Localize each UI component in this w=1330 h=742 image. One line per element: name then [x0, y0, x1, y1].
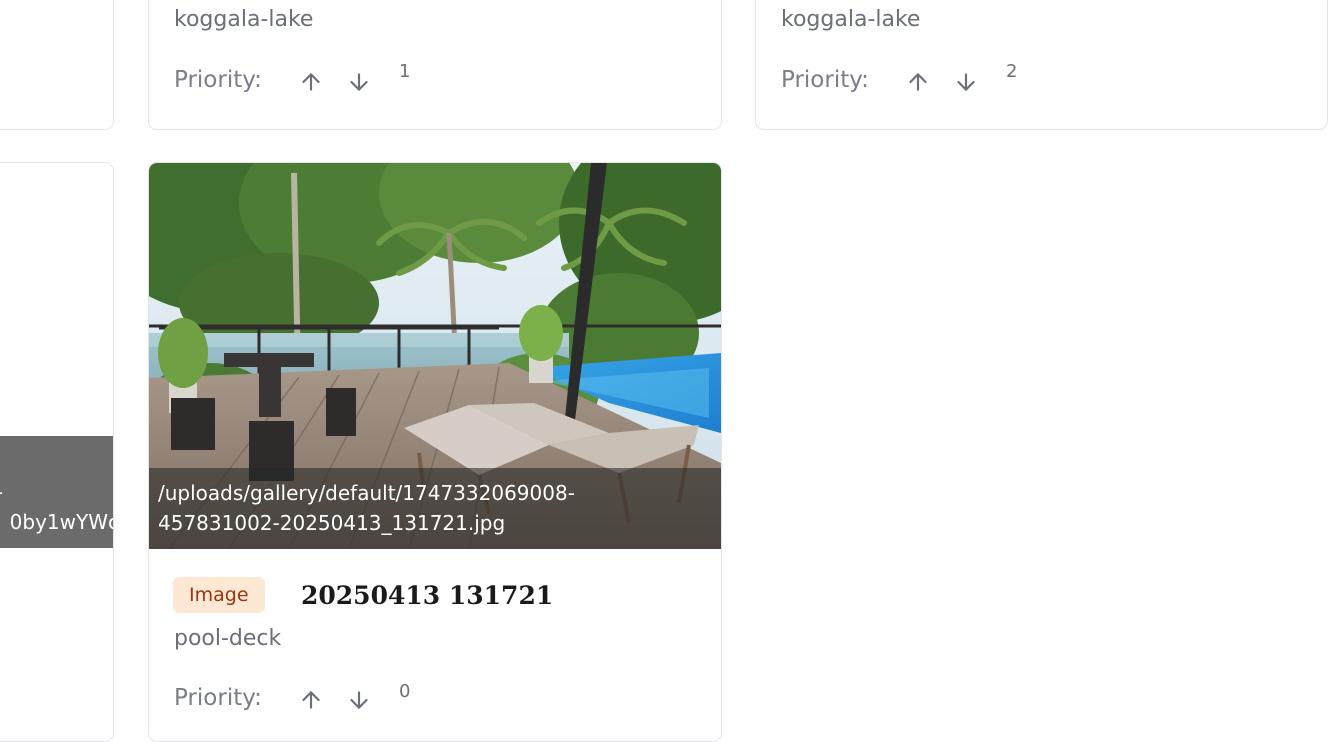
move-down-button[interactable]: [953, 69, 979, 95]
priority-label: Priority:: [174, 67, 262, 93]
move-up-button[interactable]: [905, 69, 931, 95]
arrow-down-icon: [350, 691, 368, 709]
gallery-card-pool-deck: /uploads/gallery/default/1747332069008- …: [148, 162, 722, 742]
card-slug: koggala-lake: [174, 7, 314, 32]
card-slug: koggala-lake: [781, 7, 921, 32]
arrow-down-icon: [957, 73, 975, 91]
arrow-up-icon: [909, 73, 927, 91]
card-title: 20250413 131721: [301, 581, 554, 610]
image-path-caption: /uploads/gallery/default/1747332069008- …: [149, 468, 721, 549]
arrow-down-icon: [350, 73, 368, 91]
priority-value: 0: [399, 681, 411, 702]
arrow-up-icon: [302, 691, 320, 709]
move-down-button[interactable]: [346, 687, 372, 713]
priority-value: 2: [1006, 61, 1018, 82]
gallery-card-koggala-2: koggala-lake Priority: 2: [755, 0, 1328, 130]
move-down-button[interactable]: [346, 69, 372, 95]
move-up-button[interactable]: [298, 69, 324, 95]
gallery-card-left-top: [0, 0, 114, 130]
priority-value: 1: [399, 61, 411, 82]
move-up-button[interactable]: [298, 687, 324, 713]
priority-label: Priority:: [781, 67, 869, 93]
media-type-badge: Image: [173, 577, 265, 613]
gallery-card-left-bottom: - 0by1wYWc: [0, 162, 114, 742]
card-slug: pool-deck: [174, 626, 282, 651]
image-path-caption: - 0by1wYWc: [0, 436, 113, 548]
gallery-card-koggala-1: koggala-lake Priority: 1: [148, 0, 722, 130]
priority-label: Priority:: [174, 685, 262, 711]
arrow-up-icon: [302, 73, 320, 91]
